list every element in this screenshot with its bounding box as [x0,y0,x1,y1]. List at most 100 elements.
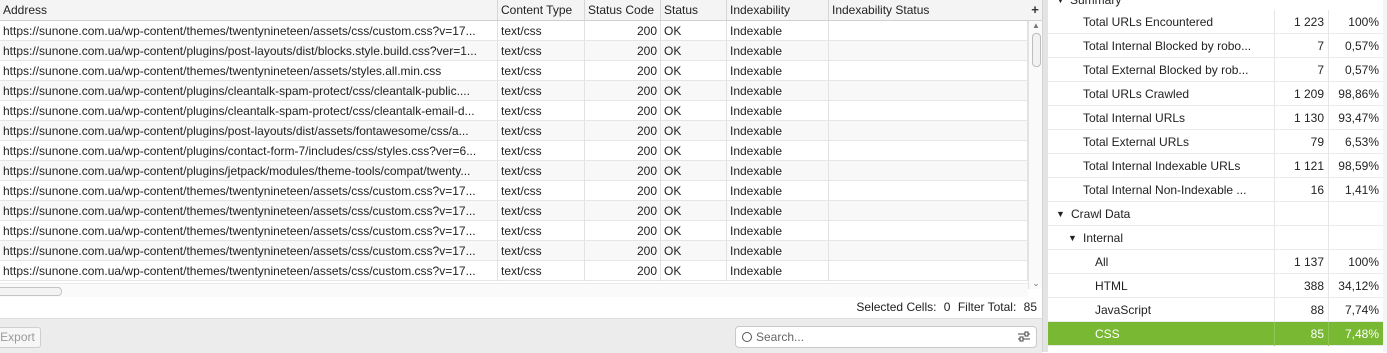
cell-status[interactable]: OK [661,261,727,281]
cell-indexability-status[interactable] [829,101,1028,121]
summary-item[interactable]: Total Internal URLs 1 130 93,47% [1048,106,1387,130]
cell-indexability[interactable]: Indexable [727,201,829,221]
cell-indexability[interactable]: Indexable [727,221,829,241]
table-row[interactable]: https://sunone.com.ua/wp-content/plugins… [0,41,1028,61]
tree-item-crawl-data[interactable]: ▼ Crawl Data [1048,202,1387,226]
expand-triangle-icon[interactable]: ▼ [1068,226,1077,250]
column-header-address[interactable]: Address [0,0,498,20]
cell-status-code[interactable]: 200 [585,181,661,201]
cell-status-code[interactable]: 200 [585,261,661,281]
table-row[interactable]: https://sunone.com.ua/wp-content/themes/… [0,261,1028,281]
cell-indexability[interactable]: Indexable [727,81,829,101]
cell-content-type[interactable]: text/css [498,61,585,81]
cell-status[interactable]: OK [661,161,727,181]
cell-content-type[interactable]: text/css [498,101,585,121]
tree-item-internal-css[interactable]: CSS 85 7,48% [1048,322,1387,346]
cell-indexability-status[interactable] [829,121,1028,141]
cell-content-type[interactable]: text/css [498,261,585,281]
horizontal-scrollbar[interactable] [0,283,1028,298]
column-header-status[interactable]: Status [661,0,727,20]
cell-content-type[interactable]: text/css [498,121,585,141]
table-row[interactable]: https://sunone.com.ua/wp-content/plugins… [0,141,1028,161]
cell-indexability[interactable]: Indexable [727,161,829,181]
cell-address[interactable]: https://sunone.com.ua/wp-content/plugins… [0,101,498,121]
cell-address[interactable]: https://sunone.com.ua/wp-content/themes/… [0,241,498,261]
cell-indexability[interactable]: Indexable [727,181,829,201]
summary-item[interactable]: Total Internal Indexable URLs 1 121 98,59% [1048,154,1387,178]
cell-status-code[interactable]: 200 [585,81,661,101]
tree-item-internal[interactable]: ▼ Internal [1048,226,1387,250]
cell-status[interactable]: OK [661,221,727,241]
cell-status-code[interactable]: 200 [585,161,661,181]
search-input[interactable] [756,329,1006,345]
cell-address[interactable]: https://sunone.com.ua/wp-content/plugins… [0,81,498,101]
cell-status-code[interactable]: 200 [585,221,661,241]
cell-indexability[interactable]: Indexable [727,121,829,141]
cell-status[interactable]: OK [661,101,727,121]
summary-item[interactable]: Total URLs Crawled 1 209 98,86% [1048,82,1387,106]
cell-indexability[interactable]: Indexable [727,101,829,121]
table-row[interactable]: https://sunone.com.ua/wp-content/themes/… [0,21,1028,41]
column-header-indexability-status[interactable]: Indexability Status [829,0,1028,20]
column-header-indexability[interactable]: Indexability [727,0,829,20]
horizontal-scroll-thumb[interactable] [0,287,62,296]
table-row[interactable]: https://sunone.com.ua/wp-content/plugins… [0,161,1028,181]
export-button[interactable]: Export [0,327,41,348]
cell-address[interactable]: https://sunone.com.ua/wp-content/themes/… [0,21,498,41]
cell-indexability[interactable]: Indexable [727,61,829,81]
search-box[interactable] [735,326,1037,348]
cell-status-code[interactable]: 200 [585,101,661,121]
cell-indexability[interactable]: Indexable [727,261,829,281]
cell-status-code[interactable]: 200 [585,61,661,81]
cell-content-type[interactable]: text/css [498,161,585,181]
filter-settings-icon[interactable] [1018,331,1030,343]
table-row[interactable]: https://sunone.com.ua/wp-content/plugins… [0,101,1028,121]
table-row[interactable]: https://sunone.com.ua/wp-content/themes/… [0,181,1028,201]
cell-content-type[interactable]: text/css [498,221,585,241]
summary-item[interactable]: Total External URLs 79 6,53% [1048,130,1387,154]
summary-item[interactable]: Total Internal Non-Indexable ... 16 1,41% [1048,178,1387,202]
cell-indexability[interactable]: Indexable [727,241,829,261]
column-header-status-code[interactable]: Status Code [585,0,661,20]
tree-item-internal-all[interactable]: All 1 137 100% [1048,250,1387,274]
cell-content-type[interactable]: text/css [498,81,585,101]
cell-indexability-status[interactable] [829,61,1028,81]
cell-content-type[interactable]: text/css [498,141,585,161]
cell-status[interactable]: OK [661,21,727,41]
cell-indexability-status[interactable] [829,41,1028,61]
cell-content-type[interactable]: text/css [498,181,585,201]
cell-status-code[interactable]: 200 [585,241,661,261]
summary-item[interactable]: Total Internal Blocked by robo... 7 0,57% [1048,34,1387,58]
expand-triangle-icon[interactable]: ▼ [1056,202,1065,226]
column-header-content-type[interactable]: Content Type [498,0,585,20]
cell-address[interactable]: https://sunone.com.ua/wp-content/themes/… [0,261,498,281]
cell-status[interactable]: OK [661,201,727,221]
cell-indexability[interactable]: Indexable [727,41,829,61]
cell-address[interactable]: https://sunone.com.ua/wp-content/plugins… [0,41,498,61]
cell-status-code[interactable]: 200 [585,41,661,61]
cell-address[interactable]: https://sunone.com.ua/wp-content/plugins… [0,161,498,181]
summary-item[interactable]: Total URLs Encountered 1 223 100% [1048,10,1387,34]
cell-indexability[interactable]: Indexable [727,21,829,41]
cell-indexability-status[interactable] [829,241,1028,261]
cell-status[interactable]: OK [661,121,727,141]
cell-address[interactable]: https://sunone.com.ua/wp-content/themes/… [0,201,498,221]
cell-status-code[interactable]: 200 [585,141,661,161]
cell-status-code[interactable]: 200 [585,201,661,221]
cell-indexability-status[interactable] [829,221,1028,241]
cell-content-type[interactable]: text/css [498,21,585,41]
cell-status-code[interactable]: 200 [585,121,661,141]
vertical-scroll-thumb[interactable] [1032,33,1041,67]
table-row[interactable]: https://sunone.com.ua/wp-content/themes/… [0,221,1028,241]
cell-indexability-status[interactable] [829,141,1028,161]
overview-scrollbar[interactable] [1383,0,1387,352]
cell-address[interactable]: https://sunone.com.ua/wp-content/plugins… [0,141,498,161]
cell-content-type[interactable]: text/css [498,201,585,221]
cell-status[interactable]: OK [661,81,727,101]
add-column-button[interactable]: + [1028,0,1042,20]
cell-status[interactable]: OK [661,241,727,261]
table-row[interactable]: https://sunone.com.ua/wp-content/themes/… [0,61,1028,81]
cell-status[interactable]: OK [661,181,727,201]
tree-item-internal-javascript[interactable]: JavaScript 88 7,74% [1048,298,1387,322]
cell-indexability[interactable]: Indexable [727,141,829,161]
